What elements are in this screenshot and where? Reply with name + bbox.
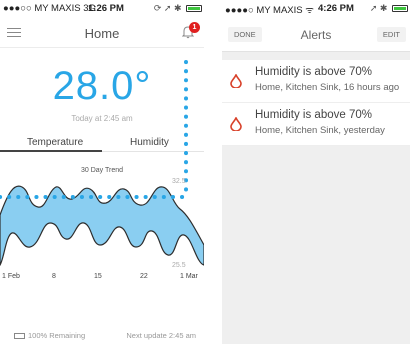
status-bar: ●●●○○ MY MAXIS 3G 1:26 PM ⟳ ➚ ✱ (0, 0, 204, 18)
x-tick: 8 (52, 273, 56, 280)
battery-icon (186, 5, 202, 13)
chart-title: 30 Day Trend (80, 167, 124, 174)
x-tick: 1 Mar (180, 273, 198, 280)
battery-icon (392, 5, 408, 13)
humidity-drop-icon (230, 117, 242, 131)
active-tab-indicator (0, 150, 102, 152)
x-tick: 22 (140, 273, 148, 280)
tab-temperature[interactable]: Temperature (27, 137, 83, 148)
clock: 4:26 PM (318, 3, 354, 14)
alert-title: Humidity is above 70% (255, 109, 372, 121)
alert-list: Humidity is above 70% Home, Kitchen Sink… (222, 60, 410, 146)
carrier-label: ●●●●○ MY MAXIS ᯤ (225, 5, 314, 16)
battery-icon (14, 333, 25, 340)
battery-text: 100% Remaining (28, 331, 86, 340)
status-bar: ●●●●○ MY MAXIS ᯤ 4:26 PM ➚ ✱ (222, 0, 410, 18)
clock: 1:26 PM (88, 3, 124, 14)
list-item[interactable]: Humidity is above 70% Home, Kitchen Sink… (222, 103, 410, 146)
x-tick: 1 Feb (2, 273, 20, 280)
humidity-drop-icon (230, 74, 242, 88)
alert-detail: Home, Kitchen Sink, 16 hours ago (255, 82, 400, 93)
metric-tabs: Temperature Humidity (0, 132, 204, 152)
edit-button[interactable]: EDIT (376, 27, 406, 42)
battery-status: 100% Remaining (14, 331, 85, 340)
alerts-header: DONE Alerts EDIT (222, 18, 410, 52)
next-update: Next update 2:45 am (126, 331, 196, 340)
chart-max-label: 32.5 (172, 178, 186, 185)
x-tick: 15 (94, 273, 102, 280)
current-temperature: 28.0° (52, 64, 152, 108)
tab-humidity[interactable]: Humidity (130, 137, 169, 148)
chart-min-label: 25.5 (172, 262, 186, 269)
carrier-label: ●●●○○ MY MAXIS 3G (3, 3, 96, 14)
last-updated: Today at 2:45 am (71, 114, 133, 123)
home-header: Home 1 (0, 18, 204, 48)
status-glyphs: ➚ ✱ (369, 3, 388, 13)
status-icons: ⟳ ➚ ✱ (154, 3, 202, 14)
status-glyphs: ⟳ ➚ ✱ (153, 3, 182, 13)
alerts-screen: ●●●●○ MY MAXIS ᯤ 4:26 PM ➚ ✱ DONE Alerts… (222, 0, 410, 344)
status-icons: ➚ ✱ (370, 3, 408, 14)
alert-detail: Home, Kitchen Sink, yesterday (255, 125, 385, 136)
notification-badge: 1 (189, 22, 200, 33)
alert-title: Humidity is above 70% (255, 66, 372, 78)
status-footer: 100% Remaining Next update 2:45 am (0, 328, 204, 344)
list-item[interactable]: Humidity is above 70% Home, Kitchen Sink… (222, 60, 410, 103)
home-screen: ●●●○○ MY MAXIS 3G 1:26 PM ⟳ ➚ ✱ Home 1 2… (0, 0, 204, 344)
page-title: Home (84, 26, 120, 41)
